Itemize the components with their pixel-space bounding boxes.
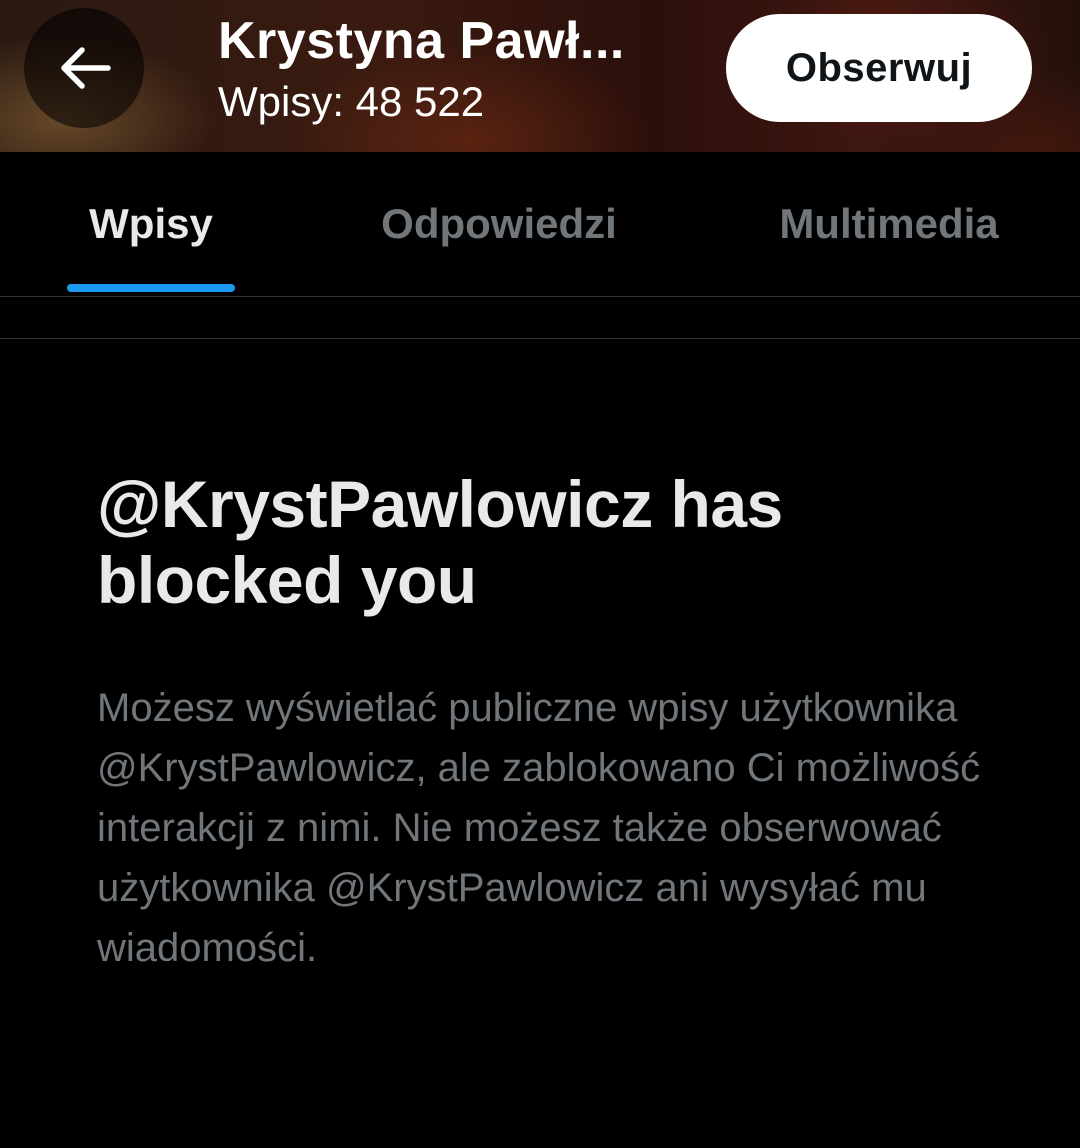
divider [0,338,1080,339]
active-tab-indicator [67,284,235,292]
arrow-left-icon [56,44,112,92]
blocked-description: Możesz wyświetlać publiczne wpisy użytko… [97,686,981,970]
back-button[interactable] [24,8,144,128]
profile-name: Krystyna Pawł... [218,12,625,70]
blocked-title: @KrystPawlowicz has blocked you [97,467,783,617]
post-count: Wpisy: 48 522 [218,78,485,125]
tab-media[interactable]: Multimedia [752,152,1026,296]
tab-posts[interactable]: Wpisy [58,152,244,296]
profile-header: Krystyna Pawł... Wpisy: 48 522 Obserwuj [0,0,1080,152]
profile-tabs: Wpisy Odpowiedzi Multimedia [0,152,1080,297]
tab-replies[interactable]: Odpowiedzi [356,152,642,296]
header-title-block: Krystyna Pawł... Wpisy: 48 522 [218,10,698,128]
follow-button[interactable]: Obserwuj [726,14,1032,122]
